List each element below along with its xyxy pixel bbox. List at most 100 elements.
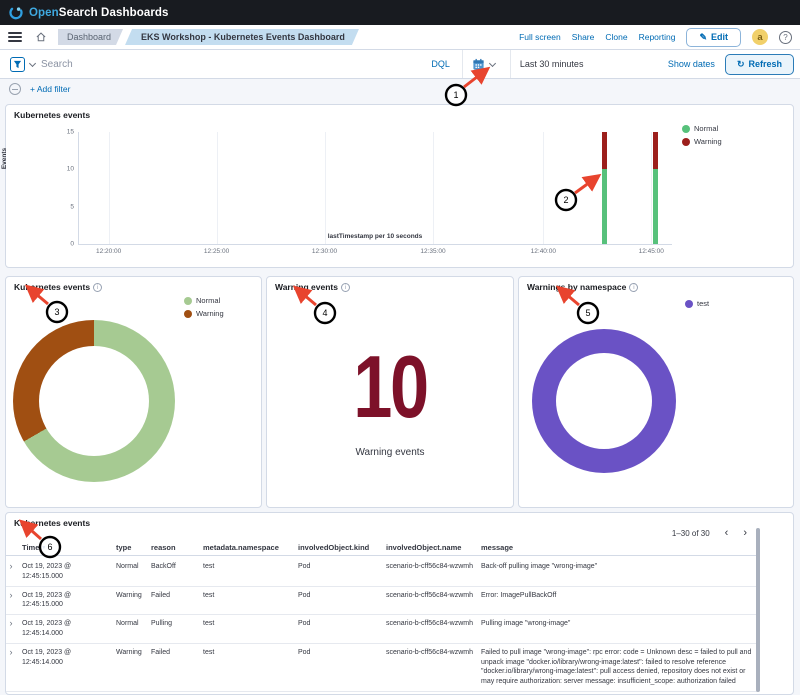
pagination-next-icon[interactable]: › <box>743 528 747 539</box>
info-icon[interactable]: i <box>629 283 638 292</box>
cell-message: Back-off pulling image "wrong-image" <box>481 562 758 582</box>
legend-item-warning[interactable]: Warning <box>682 137 722 146</box>
panel-warnings-by-namespace-pie: Warnings by namespace i test <box>518 276 794 508</box>
bar-segment-warning[interactable] <box>602 132 607 169</box>
refresh-button[interactable]: ↻ Refresh <box>725 54 794 75</box>
cell-kind: Pod <box>298 562 386 582</box>
gridline <box>325 132 326 244</box>
col-time[interactable]: Time▼ <box>22 543 116 552</box>
legend-label: test <box>697 299 709 308</box>
metric-value: 10 <box>292 341 489 433</box>
avatar[interactable]: a <box>752 29 768 45</box>
col-reason[interactable]: reason <box>151 543 203 552</box>
add-filter-link[interactable]: + Add filter <box>30 84 70 94</box>
metric-label: Warning events <box>267 447 513 458</box>
share-link[interactable]: Share <box>572 32 595 42</box>
x-tick-label: 12:25:00 <box>204 248 229 255</box>
col-metadata-namespace[interactable]: metadata.namespace <box>203 543 298 552</box>
events-bar-legend: Normal Warning <box>682 124 722 146</box>
breadcrumb-current-dashboard: EKS Workshop - Kubernetes Events Dashboa… <box>125 29 359 45</box>
cell-name: scenario-b-cff56c84-wzwmh <box>386 619 481 639</box>
cell-time: Oct 19, 2023 @ 12:45:15.000 <box>22 562 116 582</box>
x-tick-label: 12:35:00 <box>420 248 445 255</box>
sort-down-icon: ▼ <box>41 545 46 551</box>
cell-kind: Pod <box>298 619 386 639</box>
legend-item-normal[interactable]: Normal <box>682 124 722 133</box>
time-range-value[interactable]: Last 30 minutes <box>510 50 668 78</box>
x-tick-label: 12:45:00 <box>639 248 664 255</box>
table-row: ›Oct 19, 2023 @ 12:45:14.000WarningFaile… <box>6 644 758 692</box>
table-row: ›Oct 19, 2023 @ 12:45:14.000NormalPullin… <box>6 615 758 644</box>
cell-reason: Failed <box>151 648 203 687</box>
row-expand-icon[interactable]: › <box>6 591 22 611</box>
cell-time: Oct 19, 2023 @ 12:45:14.000 <box>22 648 116 687</box>
bar-segment-normal[interactable] <box>653 169 658 244</box>
col-involvedobject-kind[interactable]: involvedObject.kind <box>298 543 386 552</box>
y-tick-label: 0 <box>70 241 74 248</box>
bar-segment-normal[interactable] <box>602 169 607 244</box>
dql-selector[interactable]: DQL <box>419 59 462 69</box>
cell-name: scenario-b-cff56c84-wzwmh <box>386 591 481 611</box>
donut-hole <box>556 353 652 449</box>
home-icon[interactable] <box>35 31 47 43</box>
y-tick-label: 15 <box>67 129 74 136</box>
saved-query-chevron-icon[interactable] <box>29 59 36 66</box>
saved-query-icon[interactable] <box>10 57 25 72</box>
panel-title: Warnings by namespace i <box>527 282 638 292</box>
col-message[interactable]: message <box>481 543 758 552</box>
bar-segment-warning[interactable] <box>653 132 658 169</box>
legend-item-warning[interactable]: Warning <box>184 309 224 318</box>
table-scrollbar[interactable] <box>756 528 760 692</box>
col-involvedobject-name[interactable]: involvedObject.name <box>386 543 481 552</box>
gridline <box>217 132 218 244</box>
col-type[interactable]: type <box>116 543 151 552</box>
search-input[interactable] <box>41 59 419 70</box>
legend-item-test[interactable]: test <box>685 299 709 308</box>
date-picker-button[interactable] <box>462 50 510 78</box>
query-bar: DQL Last 30 minutes Show dates ↻ Refresh <box>0 50 800 79</box>
table-row: ›Oct 19, 2023 @ 12:45:15.000WarningFaile… <box>6 587 758 616</box>
cell-kind: Pod <box>298 648 386 687</box>
legend-dot-icon <box>685 300 693 308</box>
legend-label: Warning <box>196 309 224 318</box>
filter-menu-icon[interactable] <box>9 83 21 95</box>
events-bar-plot: 12:20:0012:25:0012:30:0012:35:0012:40:00… <box>78 132 672 245</box>
cell-name: scenario-b-cff56c84-wzwmh <box>386 648 481 687</box>
menu-icon[interactable] <box>8 32 22 42</box>
gridline <box>433 132 434 244</box>
info-icon[interactable]: i <box>93 283 102 292</box>
info-icon[interactable]: i <box>341 283 350 292</box>
gridline <box>651 132 652 244</box>
cell-type: Warning <box>116 591 151 611</box>
calendar-icon <box>472 58 485 71</box>
cell-type: Normal <box>116 562 151 582</box>
edit-button[interactable]: ✎ Edit <box>686 28 741 47</box>
top-header: OpenSearch Dashboards <box>0 0 800 25</box>
legend-item-normal[interactable]: Normal <box>184 296 224 305</box>
clone-link[interactable]: Clone <box>605 32 627 42</box>
help-icon[interactable]: ? <box>779 31 792 44</box>
cell-name: scenario-b-cff56c84-wzwmh <box>386 562 481 582</box>
opensearch-dashboards-app: OpenSearch Dashboards Dashboard EKS Work… <box>0 0 800 695</box>
row-expand-icon[interactable]: › <box>6 562 22 582</box>
cell-reason: BackOff <box>151 562 203 582</box>
show-dates-link[interactable]: Show dates <box>668 59 715 69</box>
full-screen-link[interactable]: Full screen <box>519 32 561 42</box>
reporting-link[interactable]: Reporting <box>639 32 676 42</box>
date-picker-chevron-icon <box>489 59 496 66</box>
breadcrumb-dashboard[interactable]: Dashboard <box>58 29 123 45</box>
x-tick-label: 12:20:00 <box>96 248 121 255</box>
pagination-prev-icon[interactable]: ‹ <box>725 528 729 539</box>
row-expand-icon[interactable]: › <box>6 648 22 687</box>
row-expand-icon[interactable]: › <box>6 619 22 639</box>
legend-label: Normal <box>694 124 718 133</box>
opensearch-logo-icon <box>9 6 23 20</box>
x-tick-label: 12:40:00 <box>531 248 556 255</box>
panel-kubernetes-events-histogram: Kubernetes events Events 12:20:0012:25:0… <box>5 104 794 268</box>
cell-type: Warning <box>116 648 151 687</box>
legend-dot-icon <box>184 297 192 305</box>
table-row: ›Oct 19, 2023 @ 12:45:15.000NormalBackOf… <box>6 558 758 587</box>
cell-namespace: test <box>203 562 298 582</box>
cell-namespace: test <box>203 648 298 687</box>
panel-kubernetes-events-table: Kubernetes events 1–30 of 30 ‹ › Time▼ty… <box>5 512 794 695</box>
